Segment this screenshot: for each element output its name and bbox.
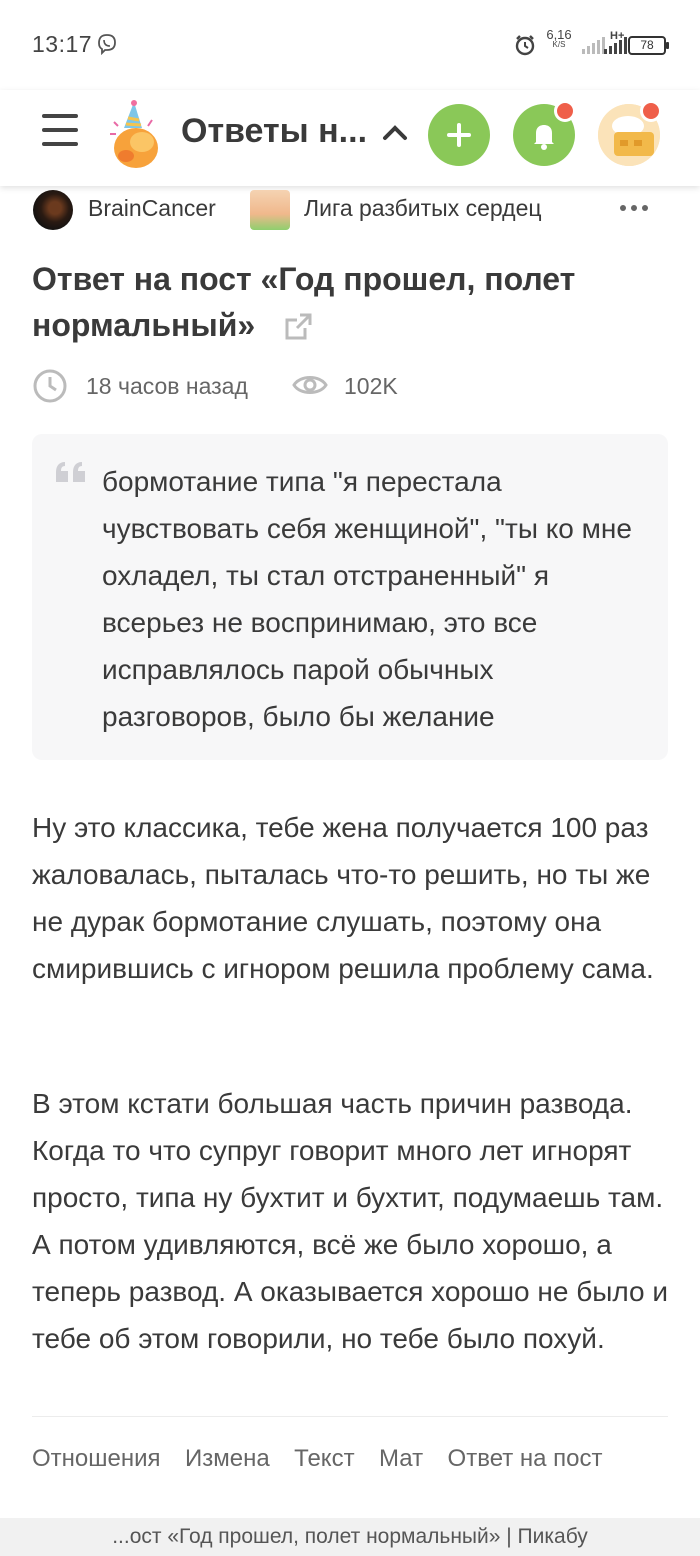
notification-badge [554, 100, 576, 122]
viber-icon [98, 34, 116, 55]
post-views: 102K [344, 373, 398, 399]
app-header: Ответы н... [0, 90, 700, 186]
views-eye-icon [292, 376, 328, 394]
signal-strong-icon [604, 37, 627, 54]
quote-icon [56, 462, 85, 482]
author-avatar[interactable] [33, 190, 73, 230]
quote-text: бормотание типа "я перестала чувствовать… [102, 466, 632, 732]
status-time: 13:17 [32, 31, 93, 57]
community-avatar[interactable] [250, 190, 290, 230]
battery-icon: 78 [628, 36, 669, 55]
menu-bar-1 [42, 114, 78, 118]
tag[interactable]: Измена [185, 1445, 270, 1473]
chevron-up-icon[interactable] [382, 122, 408, 142]
post-paragraph: В этом кстати большая часть причин разво… [32, 1088, 669, 1354]
header-title[interactable]: Ответы н... [181, 112, 367, 151]
divider [32, 1416, 668, 1417]
tag[interactable]: Мат [379, 1445, 423, 1473]
quote-block: бормотание типа "я перестала чувствовать… [32, 434, 668, 760]
community-name[interactable]: Лига разбитых сердец [304, 195, 542, 222]
post-title-block: Ответ на пост «Год прошел, полет нормаль… [32, 256, 672, 348]
tags-list: Отношения Измена Текст Мат Ответ на пост [32, 1445, 692, 1485]
network-speed-value: 6,16 [546, 27, 572, 42]
add-post-button[interactable] [428, 104, 490, 166]
status-bar: 13:17 6,16 K/S H+ 78 [0, 0, 700, 90]
tag[interactable]: Текст [294, 1445, 354, 1473]
page-title-bar[interactable]: ...ост «Год прошел, полет нормальный» | … [0, 1518, 700, 1556]
avatar-badge [640, 100, 662, 122]
more-options-button[interactable] [620, 198, 660, 222]
menu-bar-2 [42, 128, 78, 132]
external-link-icon[interactable] [283, 312, 313, 342]
author-name[interactable]: BrainCancer [88, 195, 216, 222]
tag[interactable]: Отношения [32, 1445, 161, 1473]
pikabu-logo-icon[interactable] [106, 100, 162, 172]
menu-bar-3 [42, 142, 78, 146]
post-paragraph: Ну это классика, тебе жена получается 10… [32, 812, 654, 984]
alarm-icon [515, 35, 535, 56]
post-meta-row: BrainCancer Лига разбитых сердец [0, 186, 700, 232]
signal-icon [582, 37, 605, 54]
menu-button[interactable] [42, 114, 78, 150]
tag[interactable]: Ответ на пост [448, 1445, 603, 1473]
post-time: 18 часов назад [86, 373, 248, 399]
clock-icon [33, 369, 67, 403]
network-speed: 6,16 K/S [542, 27, 576, 50]
